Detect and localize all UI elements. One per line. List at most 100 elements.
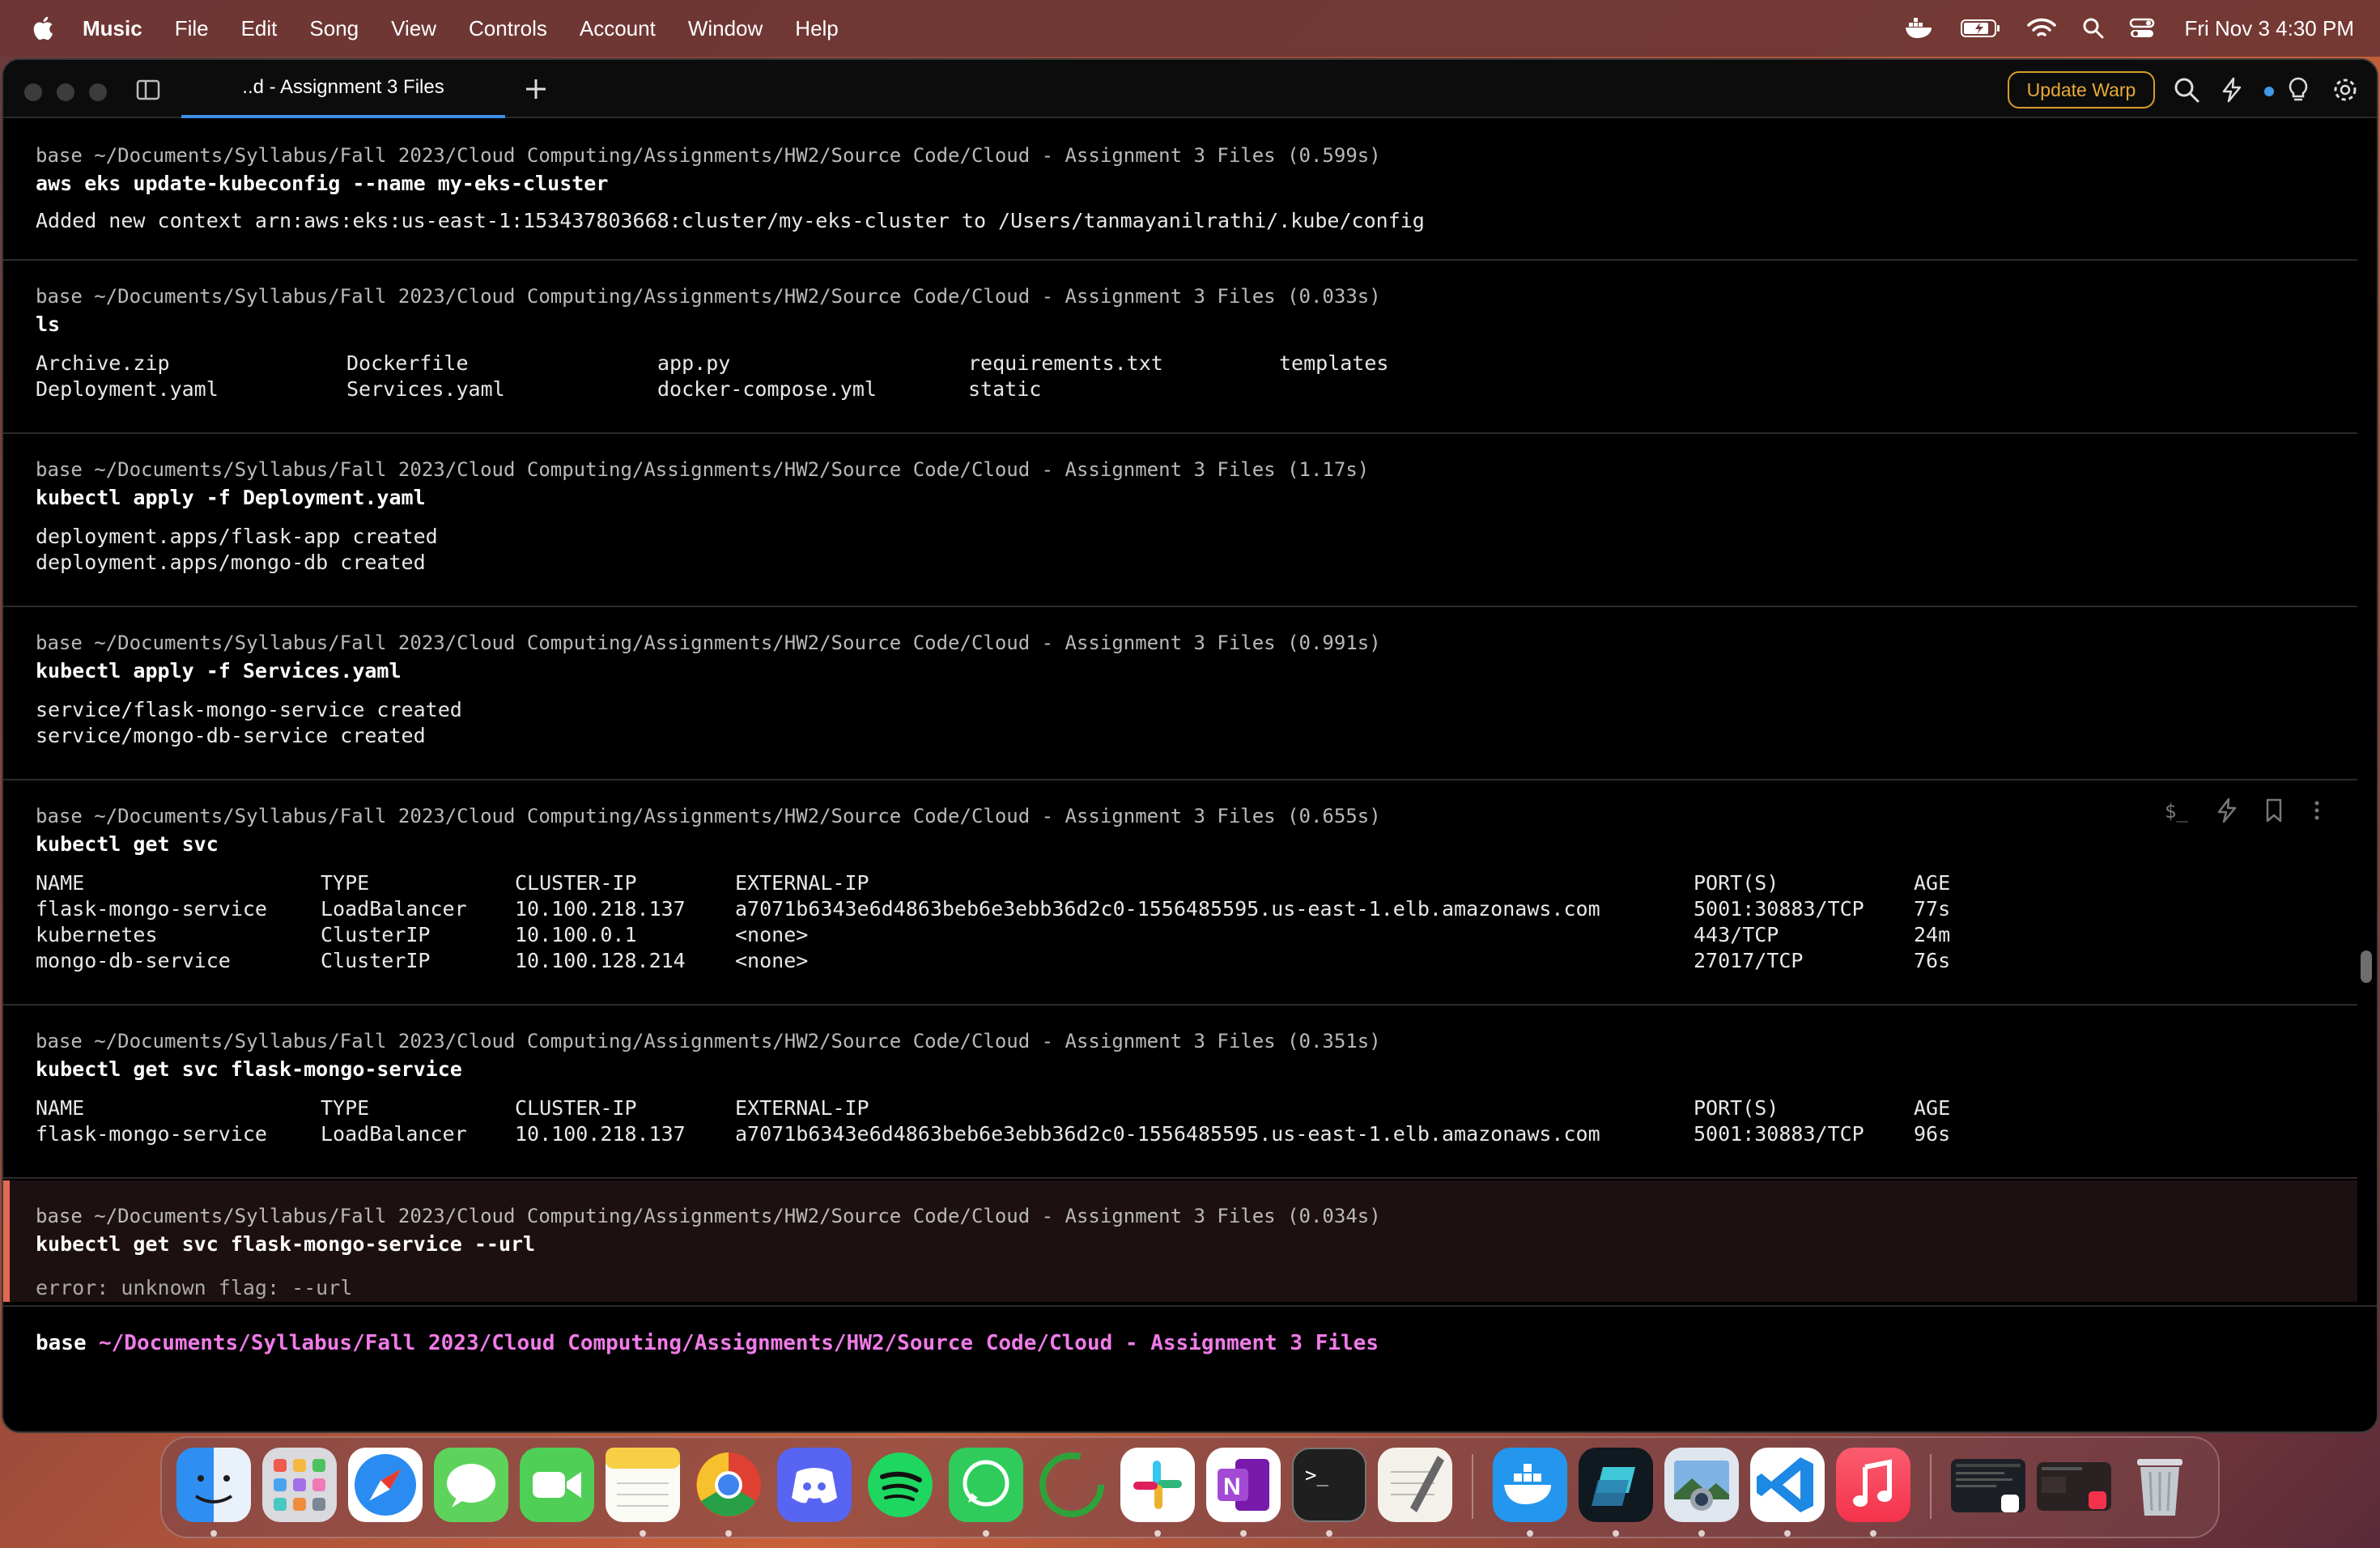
table-cell: 76s — [1914, 949, 1951, 972]
more-options-icon[interactable] — [2309, 797, 2325, 824]
dollar-prompt-icon[interactable]: $_ — [2163, 797, 2192, 824]
running-indicator — [1240, 1530, 1247, 1537]
facetime-icon[interactable] — [520, 1448, 594, 1522]
table-header: PORT(S) — [1694, 1096, 1779, 1120]
menu-window[interactable]: Window — [688, 16, 763, 41]
block-command: kubectl apply -f Services.yaml — [36, 659, 402, 683]
search-icon[interactable] — [2173, 76, 2200, 104]
table-cell: LoadBalancer — [321, 1122, 467, 1146]
finder-icon[interactable] — [176, 1448, 251, 1522]
update-warp-button[interactable]: Update Warp — [2008, 71, 2155, 108]
window-thumbnail-music[interactable] — [2037, 1462, 2111, 1511]
bookmark-icon[interactable] — [2262, 797, 2286, 824]
onenote-icon[interactable]: N — [1206, 1448, 1281, 1522]
menu-account[interactable]: Account — [580, 16, 656, 41]
slack-icon[interactable] — [1120, 1448, 1195, 1522]
table-header: NAME — [36, 1096, 85, 1120]
command-block[interactable]: base ~/Documents/Syllabus/Fall 2023/Clou… — [3, 261, 2357, 434]
command-block-error[interactable]: base ~/Documents/Syllabus/Fall 2023/Clou… — [3, 1180, 2357, 1302]
table-header: EXTERNAL-IP — [735, 871, 869, 895]
running-indicator — [1784, 1530, 1791, 1537]
discord-icon[interactable] — [777, 1448, 852, 1522]
music-icon[interactable] — [1836, 1448, 1910, 1522]
whatsapp-icon[interactable] — [949, 1448, 1023, 1522]
table-cell: 10.100.128.214 — [515, 949, 686, 972]
menu-clock[interactable]: Fri Nov 3 4:30 PM — [2184, 16, 2354, 41]
control-center-icon[interactable] — [2129, 17, 2155, 40]
svg-text:N: N — [1223, 1474, 1241, 1500]
menu-app-music[interactable]: Music — [83, 16, 142, 41]
vscode-icon[interactable] — [1750, 1448, 1825, 1522]
running-indicator — [725, 1530, 732, 1537]
lightning-icon[interactable] — [2215, 797, 2239, 824]
lightning-icon[interactable] — [2218, 76, 2246, 104]
dock: N >_ — [160, 1436, 2220, 1538]
battery-icon[interactable] — [1961, 18, 2001, 39]
command-block[interactable]: base ~/Documents/Syllabus/Fall 2023/Clou… — [3, 1006, 2357, 1179]
docker-whale-icon[interactable] — [1904, 16, 1936, 40]
new-tab-icon[interactable] — [521, 74, 550, 104]
status-bar: Fri Nov 3 4:30 PM — [1904, 0, 2354, 57]
dock-separator — [1930, 1454, 1932, 1519]
gear-icon[interactable] — [2331, 76, 2359, 104]
scrollbar-thumb[interactable] — [2361, 950, 2372, 983]
spotify-icon[interactable] — [863, 1448, 937, 1522]
block-metadata: base ~/Documents/Syllabus/Fall 2023/Clou… — [36, 285, 1381, 308]
messages-icon[interactable] — [434, 1448, 508, 1522]
loading-app-icon[interactable] — [1035, 1448, 1109, 1522]
running-indicator — [1613, 1530, 1619, 1537]
file-entry: requirements.txt — [968, 351, 1163, 375]
menu-help[interactable]: Help — [795, 16, 838, 41]
table-header: NAME — [36, 871, 85, 895]
warp-terminal-window: ..d - Assignment 3 Files Update Warp bas… — [2, 58, 2378, 1433]
spotlight-search-icon[interactable] — [2082, 17, 2105, 40]
apple-icon[interactable] — [31, 15, 58, 42]
lightbulb-icon[interactable] — [2284, 76, 2312, 104]
running-indicator — [1698, 1530, 1705, 1537]
table-cell: a7071b6343e6d4863beb6e3ebb36d2c0-1556485… — [735, 897, 1600, 921]
close-window-button[interactable] — [24, 83, 42, 101]
command-block[interactable]: base ~/Documents/Syllabus/Fall 2023/Clou… — [3, 607, 2357, 780]
safari-icon[interactable] — [348, 1448, 423, 1522]
terminal-output[interactable]: base ~/Documents/Syllabus/Fall 2023/Clou… — [3, 120, 2377, 1302]
dock-separator — [1472, 1454, 1473, 1519]
preview-icon[interactable] — [1664, 1448, 1739, 1522]
input-prompt[interactable]: base ~/Documents/Syllabus/Fall 2023/Clou… — [3, 1305, 2377, 1402]
menu-song[interactable]: Song — [309, 16, 359, 41]
block-metadata: base ~/Documents/Syllabus/Fall 2023/Clou… — [36, 458, 1370, 481]
menu-edit[interactable]: Edit — [241, 16, 278, 41]
table-header: CLUSTER-IP — [515, 871, 637, 895]
command-block[interactable]: base ~/Documents/Syllabus/Fall 2023/Clou… — [3, 780, 2357, 1006]
menu-controls[interactable]: Controls — [469, 16, 547, 41]
launchpad-icon[interactable] — [262, 1448, 337, 1522]
sidebar-toggle-icon[interactable] — [136, 79, 160, 100]
menu-file[interactable]: File — [175, 16, 209, 41]
running-indicator — [1870, 1530, 1876, 1537]
docker-icon[interactable] — [1493, 1448, 1567, 1522]
zoom-window-button[interactable] — [89, 83, 107, 101]
block-output-line: deployment.apps/flask-app created — [36, 525, 438, 548]
menu-view[interactable]: View — [391, 16, 436, 41]
block-metadata: base ~/Documents/Syllabus/Fall 2023/Clou… — [36, 1030, 1381, 1053]
block-output-line: error: unknown flag: --url — [36, 1276, 353, 1299]
block-command: kubectl apply -f Deployment.yaml — [36, 486, 426, 509]
textedit-icon[interactable] — [1378, 1448, 1452, 1522]
running-indicator — [1326, 1530, 1332, 1537]
command-block[interactable]: base ~/Documents/Syllabus/Fall 2023/Clou… — [3, 434, 2357, 607]
notes-icon[interactable] — [606, 1448, 680, 1522]
terminal-icon[interactable]: >_ — [1292, 1448, 1366, 1522]
table-header: AGE — [1914, 871, 1951, 895]
table-header: TYPE — [321, 1096, 370, 1120]
table-cell: <none> — [735, 949, 809, 972]
window-thumbnail-warp[interactable] — [1951, 1459, 2025, 1512]
block-metadata: base ~/Documents/Syllabus/Fall 2023/Clou… — [36, 144, 1381, 167]
command-block[interactable]: base ~/Documents/Syllabus/Fall 2023/Clou… — [3, 120, 2357, 261]
warp-icon[interactable] — [1579, 1448, 1653, 1522]
wifi-icon[interactable] — [2025, 16, 2058, 40]
table-header: TYPE — [321, 871, 370, 895]
block-command: kubectl get svc — [36, 832, 219, 856]
tab-active[interactable]: ..d - Assignment 3 Files — [181, 60, 505, 118]
chrome-icon[interactable] — [691, 1448, 766, 1522]
trash-icon[interactable] — [2123, 1448, 2197, 1522]
minimize-window-button[interactable] — [57, 83, 74, 101]
